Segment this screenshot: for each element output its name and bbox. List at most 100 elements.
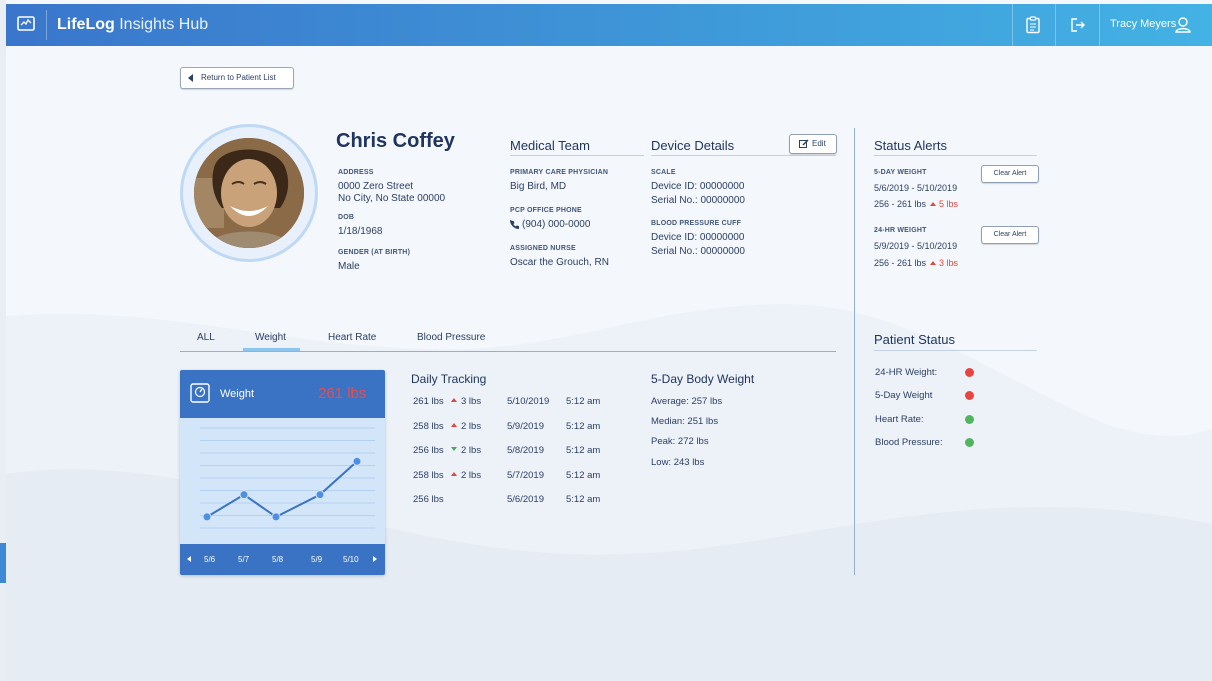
edit-icon bbox=[799, 139, 809, 148]
section-divider bbox=[874, 350, 1037, 351]
pcp-phone-value: (904) 000-0000 bbox=[522, 219, 591, 230]
tracking-date: 5/8/2019 bbox=[507, 445, 544, 456]
patient-avatar bbox=[194, 138, 304, 248]
tracking-delta: 2 lbs bbox=[461, 445, 482, 456]
status-alerts-title: Status Alerts bbox=[874, 138, 947, 153]
arrow-up-icon bbox=[930, 261, 937, 266]
weight-chart-card: Weight 261 lbs 5/6 5/7 5/8 5/9 5/10 bbox=[180, 370, 385, 575]
tracking-time: 5:12 am bbox=[566, 494, 601, 505]
tracking-date: 5/10/2019 bbox=[507, 396, 550, 407]
gender-value: Male bbox=[338, 261, 360, 272]
clipboard-icon[interactable] bbox=[1023, 15, 1043, 35]
tab-weight[interactable]: Weight bbox=[255, 332, 286, 343]
status-indicator-dot bbox=[965, 368, 974, 377]
tracking-time: 5:12 am bbox=[566, 445, 601, 456]
daily-tracking-title: Daily Tracking bbox=[411, 372, 487, 386]
header-divider bbox=[46, 10, 47, 40]
tracking-weight: 256 lbs bbox=[413, 445, 444, 456]
tab-all[interactable]: ALL bbox=[197, 332, 215, 343]
x-tick-label: 5/9 bbox=[311, 555, 323, 564]
tracking-delta: 3 lbs bbox=[461, 396, 482, 407]
tab-heart-rate[interactable]: Heart Rate bbox=[328, 332, 376, 343]
address-line1: 0000 Zero Street bbox=[338, 181, 414, 192]
status-indicator-dot bbox=[965, 414, 974, 424]
x-tick-label: 5/6 bbox=[204, 555, 216, 564]
chart-prev-icon[interactable] bbox=[187, 556, 191, 562]
app-name-light: Insights Hub bbox=[119, 16, 209, 33]
tracking-weight: 258 lbs bbox=[413, 469, 444, 481]
tracking-delta: 2 lbs bbox=[461, 469, 482, 481]
app-name-bold: LifeLog bbox=[57, 16, 115, 33]
weight-average: Average: 257 lbs bbox=[651, 396, 723, 407]
user-name[interactable]: Tracy Meyers bbox=[1110, 18, 1176, 30]
weight-series-line bbox=[206, 460, 358, 519]
bp-device-id: Device ID: 00000000 bbox=[651, 232, 745, 243]
device-details-title: Device Details bbox=[651, 138, 735, 153]
patient-status-title: Patient Status bbox=[874, 332, 955, 347]
section-divider bbox=[651, 155, 836, 156]
address-label: ADDRESS bbox=[338, 169, 374, 176]
x-tick-label: 5/7 bbox=[238, 555, 250, 564]
weight-data-point[interactable] bbox=[271, 512, 281, 522]
patient-photo bbox=[194, 138, 304, 248]
weight-data-point[interactable] bbox=[202, 512, 212, 522]
patient-name: Chris Coffey bbox=[336, 130, 455, 152]
tracking-weight: 256 lbs bbox=[413, 494, 444, 505]
weight-median: Median: 251 lbs bbox=[651, 416, 719, 427]
tracking-time: 5:12 am bbox=[566, 420, 601, 432]
clear-alert-button[interactable]: Clear Alert bbox=[981, 165, 1039, 183]
medical-team-title: Medical Team bbox=[510, 138, 590, 153]
weight-low: Low: 243 lbs bbox=[651, 457, 705, 468]
weight-card-title: Weight bbox=[220, 388, 255, 400]
x-tick-label: 5/8 bbox=[272, 555, 284, 564]
status-indicator-dot bbox=[965, 437, 974, 447]
chart-next-icon[interactable] bbox=[373, 556, 377, 562]
gender-label: GENDER (AT BIRTH) bbox=[338, 249, 411, 256]
tracking-time: 5:12 am bbox=[566, 469, 601, 481]
alert-label: 5-DAY WEIGHT bbox=[874, 169, 927, 176]
weight-data-point[interactable] bbox=[239, 490, 249, 500]
section-divider bbox=[510, 155, 644, 156]
bp-cuff-label: BLOOD PRESSURE CUFF bbox=[651, 220, 742, 227]
arrow-up-icon bbox=[451, 471, 457, 476]
weight-data-point[interactable] bbox=[352, 456, 362, 466]
arrow-up-icon bbox=[451, 398, 457, 402]
x-tick-label: 5/10 bbox=[343, 555, 359, 564]
tracking-date: 5/9/2019 bbox=[507, 420, 544, 432]
arrow-up-icon bbox=[930, 202, 937, 207]
scale-device-id: Device ID: 00000000 bbox=[651, 181, 745, 192]
pcp-label: PRIMARY CARE PHYSICIAN bbox=[510, 169, 609, 176]
tracking-time: 5:12 am bbox=[566, 396, 601, 407]
scale-label: SCALE bbox=[651, 169, 676, 176]
user-icon[interactable] bbox=[1173, 15, 1193, 35]
section-divider bbox=[874, 155, 1037, 156]
status-label: 5-Day Weight bbox=[875, 390, 933, 402]
header-divider bbox=[1099, 4, 1100, 46]
tab-blood-pressure[interactable]: Blood Pressure bbox=[417, 332, 485, 343]
dob-label: DOB bbox=[338, 214, 355, 221]
header-divider bbox=[1012, 4, 1013, 46]
weight-data-point[interactable] bbox=[315, 490, 325, 500]
clear-alert-button[interactable]: Clear Alert bbox=[981, 226, 1039, 244]
tabs-divider bbox=[180, 351, 836, 352]
weight-card-footer: 5/6 5/7 5/8 5/9 5/10 bbox=[180, 544, 385, 575]
weight-peak: Peak: 272 lbs bbox=[651, 436, 709, 447]
monitor-icon[interactable] bbox=[16, 14, 36, 34]
alert-delta: 5 lbs bbox=[939, 199, 959, 209]
alert-range-row: 256 - 261 lbs 3 lbs bbox=[874, 258, 958, 268]
back-button-label: Return to Patient List bbox=[201, 73, 276, 82]
weight-line-chart bbox=[200, 427, 375, 529]
edit-button-label: Edit bbox=[812, 139, 826, 148]
return-to-patient-list-button[interactable]: Return to Patient List bbox=[180, 67, 294, 89]
edit-device-button[interactable]: Edit bbox=[789, 134, 837, 154]
header-divider bbox=[1055, 4, 1056, 46]
weight-card-header: Weight 261 lbs bbox=[180, 370, 385, 418]
tracking-weight: 261 lbs bbox=[413, 396, 444, 407]
scale-icon bbox=[190, 383, 210, 403]
logout-icon[interactable] bbox=[1068, 15, 1088, 35]
top-header: LifeLog Insights Hub Tracy Meyers bbox=[6, 4, 1212, 46]
phone-icon bbox=[510, 220, 519, 229]
pcp-value: Big Bird, MD bbox=[510, 181, 567, 192]
alert-range: 256 - 261 lbs bbox=[874, 199, 927, 209]
nurse-value: Oscar the Grouch, RN bbox=[510, 257, 609, 268]
